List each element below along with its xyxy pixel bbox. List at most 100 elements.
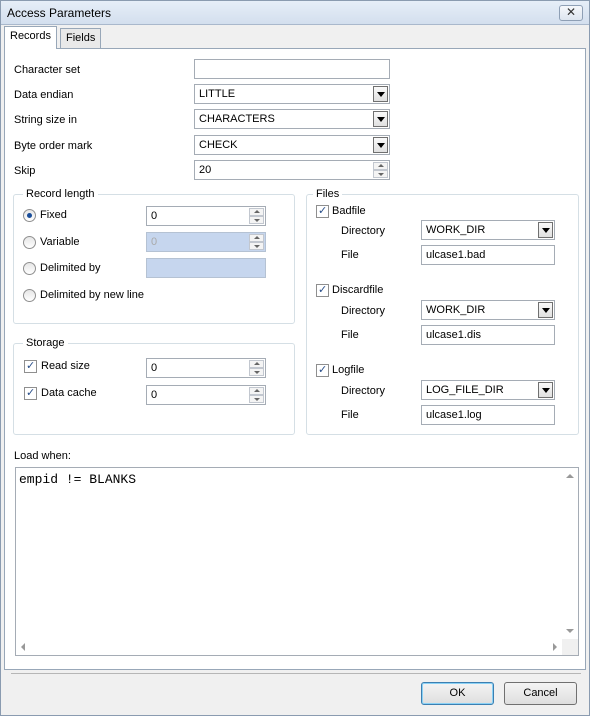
variable-radio[interactable] — [23, 236, 36, 249]
chevron-down-icon[interactable] — [538, 382, 553, 398]
data-cache-checkbox[interactable] — [24, 386, 37, 400]
spin-up-icon[interactable] — [249, 208, 264, 216]
spin-buttons[interactable] — [249, 387, 264, 403]
spin-up-icon[interactable] — [249, 360, 264, 368]
spin-down-icon[interactable] — [373, 170, 388, 178]
chevron-down-icon[interactable] — [373, 111, 388, 127]
badfile-label: Badfile — [332, 205, 366, 217]
scroll-up-icon[interactable] — [566, 474, 574, 478]
discardfile-file-input[interactable]: ulcase1.dis — [421, 325, 555, 345]
delimited-by-radio[interactable] — [23, 262, 36, 275]
logfile-label: Logfile — [332, 364, 365, 376]
character-set-input[interactable] — [194, 59, 390, 79]
files-title: Files — [313, 188, 343, 200]
badfile-file-label: File — [341, 249, 359, 261]
data-cache-label: Data cache — [41, 387, 97, 399]
discardfile-directory-label: Directory — [341, 305, 386, 317]
spin-down-icon[interactable] — [249, 216, 264, 224]
spin-up-icon[interactable] — [249, 387, 264, 395]
character-set-label: Character set — [14, 64, 81, 76]
skip-stepper[interactable]: 20 — [194, 160, 390, 180]
horizontal-scrollbar[interactable] — [16, 639, 562, 655]
scroll-down-icon[interactable] — [566, 629, 574, 633]
scrollbar-corner — [562, 639, 578, 655]
close-icon: ✕ — [565, 5, 577, 19]
badfile-file-input[interactable]: ulcase1.bad — [421, 245, 555, 265]
spin-down-icon — [249, 242, 264, 250]
fixed-radio[interactable] — [23, 209, 36, 222]
data-cache-stepper[interactable]: 0 — [146, 385, 266, 405]
logfile-directory-value: LOG_FILE_DIR — [426, 384, 504, 396]
chevron-down-icon[interactable] — [373, 86, 388, 102]
byte-order-mark-label: Byte order mark — [14, 140, 93, 152]
spin-down-icon[interactable] — [249, 395, 264, 403]
spin-up-icon[interactable] — [373, 162, 388, 170]
chevron-down-icon[interactable] — [538, 302, 553, 318]
load-when-label: Load when: — [14, 450, 71, 462]
read-size-checkbox[interactable] — [24, 359, 37, 373]
spin-buttons[interactable] — [249, 360, 264, 376]
delimited-by-label: Delimited by — [40, 262, 101, 274]
vertical-scrollbar[interactable] — [562, 468, 578, 639]
fixed-label: Fixed — [40, 209, 67, 221]
read-size-value: 0 — [151, 362, 158, 374]
logfile-file-input[interactable]: ulcase1.log — [421, 405, 555, 425]
access-parameters-dialog: Access Parameters ✕ Records Fields Chara… — [0, 0, 590, 716]
chevron-down-icon[interactable] — [538, 222, 553, 238]
discardfile-checkbox[interactable] — [316, 283, 329, 297]
load-when-value: empid != BLANKS — [19, 472, 137, 487]
variable-label: Variable — [40, 236, 80, 248]
discardfile-file-label: File — [341, 329, 359, 341]
delimited-by-input — [146, 258, 266, 278]
variable-stepper: 0 — [146, 232, 266, 252]
storage-title: Storage — [23, 337, 68, 349]
string-size-in-label: String size in — [14, 114, 77, 126]
scroll-right-icon[interactable] — [553, 643, 557, 651]
chevron-down-icon[interactable] — [373, 137, 388, 153]
spin-buttons[interactable] — [249, 208, 264, 224]
fixed-value: 0 — [151, 210, 158, 222]
discardfile-directory-value: WORK_DIR — [426, 304, 486, 316]
data-endian-select[interactable]: LITTLE — [194, 84, 390, 104]
variable-value: 0 — [151, 236, 158, 248]
logfile-file-label: File — [341, 409, 359, 421]
fixed-stepper[interactable]: 0 — [146, 206, 266, 226]
cancel-button-label: Cancel — [523, 687, 558, 699]
tab-fields[interactable]: Fields — [60, 28, 102, 48]
read-size-label: Read size — [41, 360, 90, 372]
discardfile-directory-select[interactable]: WORK_DIR — [421, 300, 555, 320]
ok-button[interactable]: OK — [421, 682, 494, 705]
badfile-directory-label: Directory — [341, 225, 386, 237]
badfile-checkbox[interactable] — [316, 204, 329, 218]
divider — [11, 673, 581, 674]
string-size-in-value: CHARACTERS — [199, 113, 275, 125]
title-bar: Access Parameters ✕ — [1, 1, 589, 25]
close-button[interactable]: ✕ — [559, 5, 583, 21]
tab-records[interactable]: Records — [4, 26, 57, 49]
tab-records-label: Records — [10, 30, 51, 42]
read-size-stepper[interactable]: 0 — [146, 358, 266, 378]
delimited-newline-label: Delimited by new line — [40, 289, 144, 301]
divider — [321, 353, 569, 354]
logfile-checkbox[interactable] — [316, 363, 329, 377]
spin-down-icon[interactable] — [249, 368, 264, 376]
data-cache-value: 0 — [151, 389, 158, 401]
spin-up-icon — [249, 234, 264, 242]
badfile-directory-value: WORK_DIR — [426, 224, 486, 236]
cancel-button[interactable]: Cancel — [504, 682, 577, 705]
tab-fields-label: Fields — [66, 32, 96, 44]
byte-order-mark-select[interactable]: CHECK — [194, 135, 390, 155]
byte-order-mark-value: CHECK — [199, 139, 238, 151]
data-endian-value: LITTLE — [199, 88, 236, 100]
string-size-in-select[interactable]: CHARACTERS — [194, 109, 390, 129]
logfile-directory-label: Directory — [341, 385, 386, 397]
spin-buttons[interactable] — [373, 162, 388, 178]
spin-buttons — [249, 234, 264, 250]
delimited-newline-radio[interactable] — [23, 289, 36, 302]
divider — [321, 273, 569, 274]
scroll-left-icon[interactable] — [21, 643, 25, 651]
logfile-directory-select[interactable]: LOG_FILE_DIR — [421, 380, 555, 400]
record-length-title: Record length — [23, 188, 98, 200]
load-when-textarea[interactable]: empid != BLANKS — [15, 467, 579, 656]
badfile-directory-select[interactable]: WORK_DIR — [421, 220, 555, 240]
